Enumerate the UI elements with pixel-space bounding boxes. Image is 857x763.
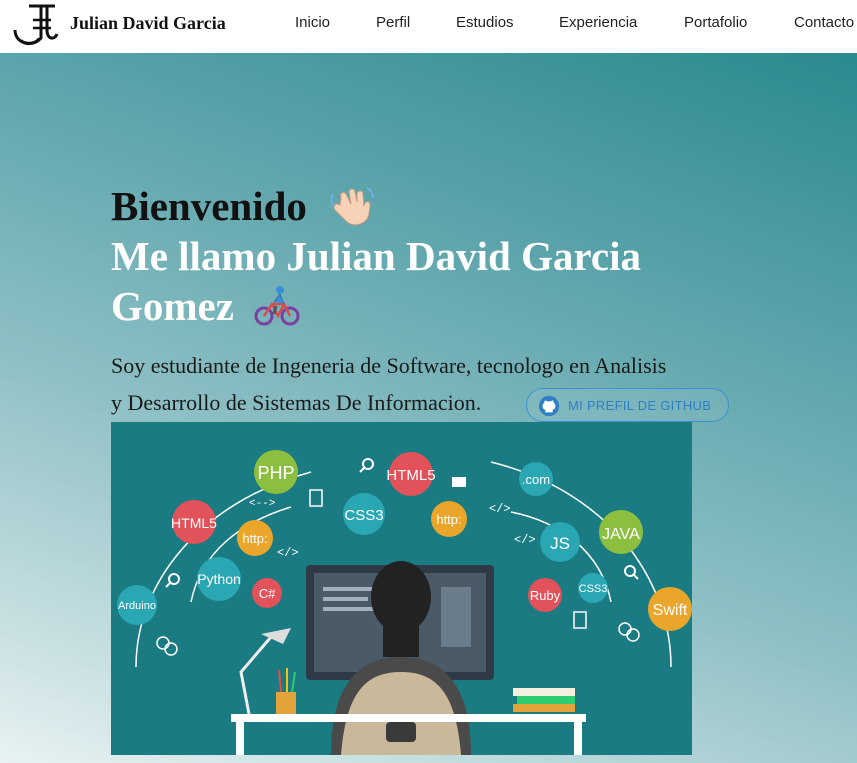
- svg-text:</>: </>: [489, 502, 511, 516]
- name-heading-line1: Me llamo Julian David Garcia: [111, 233, 641, 279]
- bubble-css3-right: CSS3: [578, 573, 608, 603]
- cyclist-icon: [254, 286, 300, 326]
- svg-text:</>: </>: [514, 533, 536, 547]
- svg-text:JS: JS: [550, 534, 570, 553]
- svg-text:<-->: <-->: [249, 498, 275, 510]
- intro-line-1: Soy estudiante de Ingeneria de Software,…: [111, 353, 667, 378]
- svg-text:JAVA: JAVA: [602, 526, 640, 543]
- developer-illustration-svg: PHP HTML5 .com HTML5 CSS3 http: JAVA htt…: [111, 422, 692, 755]
- svg-text:CSS3: CSS3: [344, 507, 383, 524]
- nav-link-perfil[interactable]: Perfil: [376, 14, 410, 31]
- bubble-swift: Swift: [648, 587, 692, 631]
- svg-text:Arduino: Arduino: [118, 600, 156, 612]
- svg-text:Python: Python: [197, 571, 241, 587]
- svg-text:http:: http:: [242, 531, 267, 546]
- bubble-dotcom: .com: [519, 462, 553, 496]
- bubble-http-center: http:: [431, 501, 467, 537]
- svg-text:Swift: Swift: [653, 602, 688, 619]
- logo-icon[interactable]: [11, 0, 59, 50]
- github-icon: [538, 395, 560, 417]
- github-button-label: MI PREFIL DE GITHUB: [568, 398, 712, 413]
- svg-text:CSS3: CSS3: [579, 583, 608, 595]
- svg-text:Ruby: Ruby: [530, 588, 561, 603]
- svg-text:C#: C#: [259, 586, 276, 601]
- nav-link-contacto[interactable]: Contacto: [794, 14, 854, 31]
- nav-link-estudios[interactable]: Estudios: [456, 14, 514, 31]
- svg-text:.com: .com: [522, 472, 550, 487]
- bubble-js: JS: [540, 522, 580, 562]
- bubble-php: PHP: [254, 450, 298, 494]
- waving-hand-icon: [330, 187, 374, 226]
- bubble-csharp: C#: [252, 578, 282, 608]
- svg-text:</>: </>: [277, 546, 299, 560]
- bubble-ruby: Ruby: [528, 578, 562, 612]
- bubble-python: Python: [197, 557, 241, 601]
- bubble-http-left: http:: [237, 520, 273, 556]
- welcome-heading: Bienvenido: [111, 183, 307, 229]
- github-profile-button[interactable]: MI PREFIL DE GITHUB: [526, 388, 729, 422]
- developer-illustration: PHP HTML5 .com HTML5 CSS3 http: JAVA htt…: [111, 422, 692, 755]
- svg-text:http:: http:: [436, 512, 461, 527]
- bubble-java: JAVA: [599, 510, 643, 554]
- name-heading-line2: Gomez: [111, 283, 234, 329]
- nav-link-experiencia[interactable]: Experiencia: [559, 14, 637, 31]
- bubble-arduino: Arduino: [117, 585, 157, 625]
- svg-text:HTML5: HTML5: [171, 515, 217, 531]
- brand-name[interactable]: Julian David Garcia: [70, 13, 226, 34]
- bubble-css3: CSS3: [343, 493, 385, 535]
- svg-text:HTML5: HTML5: [386, 467, 435, 484]
- nav-link-inicio[interactable]: Inicio: [295, 14, 330, 31]
- navbar: Julian David Garcia Inicio Perfil Estudi…: [0, 0, 857, 53]
- nav-link-portafolio[interactable]: Portafolio: [684, 14, 747, 31]
- svg-text:PHP: PHP: [257, 463, 294, 483]
